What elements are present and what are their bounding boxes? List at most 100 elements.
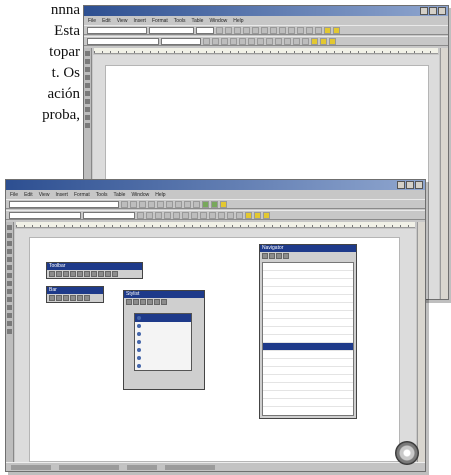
vertical-scrollbar[interactable] [440,48,448,299]
toolbar-button[interactable] [293,37,300,45]
toolbar-button[interactable] [320,37,327,45]
menu-item[interactable]: Help [155,192,165,198]
palette-button[interactable] [70,295,76,301]
list-item[interactable] [263,383,353,391]
menu-option[interactable] [135,322,191,330]
tool-icon[interactable] [85,115,90,120]
toolbar-button[interactable] [333,26,340,34]
toolbar-button[interactable] [284,37,291,45]
toolbar-button[interactable] [270,26,277,34]
tool-icon[interactable] [7,233,12,238]
size-select[interactable] [196,26,214,34]
list-item[interactable] [263,271,353,279]
toolbar-button[interactable] [139,200,146,208]
toolbar-button[interactable] [315,26,322,34]
toolbar-button[interactable] [257,37,264,45]
palette-button[interactable] [269,253,275,259]
toolbar-button[interactable] [288,26,295,34]
toolbar-button[interactable] [216,26,223,34]
list-item[interactable] [263,311,353,319]
tool-icon[interactable] [85,67,90,72]
list-item[interactable] [263,343,353,351]
list-item[interactable] [263,327,353,335]
toolbar-button[interactable] [245,211,252,219]
toolbar-button[interactable] [191,211,198,219]
toolbar-button[interactable] [306,26,313,34]
list-item[interactable] [263,367,353,375]
maximize-icon[interactable] [429,7,437,15]
tool-icon[interactable] [85,75,90,80]
tool-icon[interactable] [7,329,12,334]
tool-icon[interactable] [7,265,12,270]
navigator-panel[interactable]: Navigator [259,244,357,419]
toolbar-button[interactable] [211,200,218,208]
palette-button[interactable] [126,299,132,305]
menu-option[interactable] [135,314,191,322]
toolbar-button[interactable] [200,211,207,219]
toolbar-button[interactable] [275,37,282,45]
toolbar-button[interactable] [254,211,261,219]
palette-button[interactable] [70,271,76,277]
menu-item[interactable]: Edit [102,18,111,24]
paragraph-style-select[interactable] [9,211,81,219]
palette-button[interactable] [56,271,62,277]
close-icon[interactable] [415,181,423,189]
menu-item[interactable]: View [39,192,50,198]
toolbar-button[interactable] [297,26,304,34]
menu-item[interactable]: Window [131,192,149,198]
menu-item[interactable]: Help [233,18,243,24]
tool-icon[interactable] [7,273,12,278]
menu-item[interactable]: Window [209,18,227,24]
tool-icon[interactable] [7,305,12,310]
toolbar-button[interactable] [137,211,144,219]
palette-button[interactable] [63,295,69,301]
tool-icon[interactable] [85,59,90,64]
menu-item[interactable]: Insert [55,192,68,198]
toolbar-button[interactable] [248,37,255,45]
toolbar-button[interactable] [236,211,243,219]
menu-item[interactable]: Table [191,18,203,24]
palette-button[interactable] [133,299,139,305]
palette-button[interactable] [98,271,104,277]
tool-icon[interactable] [7,297,12,302]
palette-button[interactable] [105,271,111,277]
toolbar-button[interactable] [279,26,286,34]
toolbar-button[interactable] [175,200,182,208]
minimize-icon[interactable] [397,181,405,189]
palette-button[interactable] [49,271,55,277]
close-icon[interactable] [438,7,446,15]
menu-item[interactable]: Table [113,192,125,198]
palette-button[interactable] [262,253,268,259]
toolbar-button[interactable] [184,200,191,208]
toolbar-button[interactable] [243,26,250,34]
menu-option[interactable] [135,346,191,354]
style-select[interactable] [87,26,147,34]
menu-option[interactable] [135,362,191,370]
list-item[interactable] [263,351,353,359]
toolbar-button[interactable] [239,37,246,45]
menu-item[interactable]: File [10,192,18,198]
list-item[interactable] [263,287,353,295]
menu-item[interactable]: Edit [24,192,33,198]
maximize-icon[interactable] [406,181,414,189]
toolbar-button[interactable] [121,200,128,208]
toolbar-button[interactable] [148,200,155,208]
toolbar-button[interactable] [218,211,225,219]
tool-icon[interactable] [7,313,12,318]
palette-button[interactable] [161,299,167,305]
navigator-list[interactable] [262,262,354,416]
toolbar-button[interactable] [146,211,153,219]
palette-button[interactable] [140,299,146,305]
tool-icon[interactable] [7,281,12,286]
toolbar-button[interactable] [324,26,331,34]
menu-option[interactable] [135,330,191,338]
menu-item[interactable]: View [117,18,128,24]
tool-icon[interactable] [85,123,90,128]
menu-item[interactable]: Format [74,192,90,198]
menu-item[interactable]: Tools [174,18,186,24]
toolbar-button[interactable] [166,200,173,208]
toolbar-button[interactable] [263,211,270,219]
menu-item[interactable]: File [88,18,96,24]
palette-button[interactable] [112,271,118,277]
toolbar-button[interactable] [220,200,227,208]
